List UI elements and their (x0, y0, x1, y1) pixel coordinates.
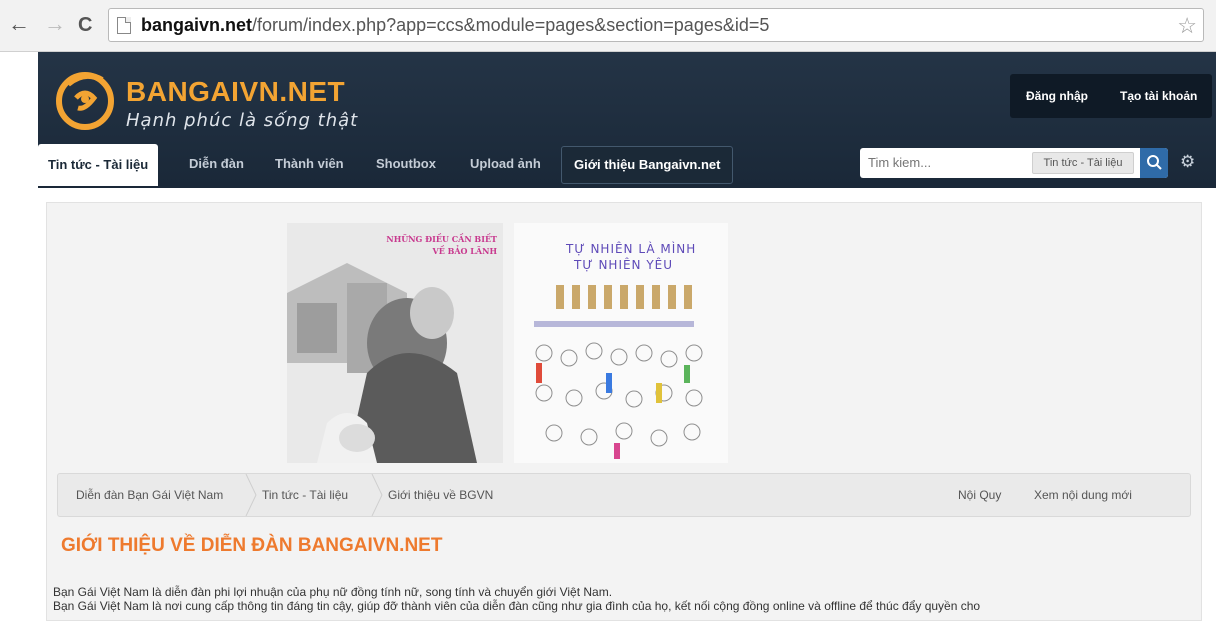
crumb-forum-home[interactable]: Diễn đàn Bạn Gái Việt Nam (76, 488, 223, 502)
search-box: Tin tức - Tài liệu (860, 148, 1168, 178)
crumb-about: Giới thiệu về BGVN (388, 488, 494, 502)
article-line-1: Bạn Gái Việt Nam là diễn đàn phi lợi nhu… (53, 585, 613, 599)
search-scope[interactable]: Tin tức - Tài liệu (1032, 152, 1134, 174)
gear-icon[interactable]: ⚙ (1180, 152, 1195, 172)
content-panel: NHỮNG ĐIỀU CẦN BIẾT VỀ BẢO LÃNH TỰ NHIÊN… (46, 202, 1202, 621)
page-title: GIỚI THIỆU VỀ DIỄN ĐÀN BANGAIVN.NET (61, 535, 443, 556)
primary-nav: Tin tức - Tài liệu Diễn đàn Thành viên S… (38, 144, 1216, 186)
tab-upload[interactable]: Upload ảnh (470, 146, 541, 186)
caption-line-2: VỀ BẢO LÃNH (432, 246, 497, 256)
banner-image-be-yourself[interactable]: TỰ NHIÊN LÀ MÌNH TỰ NHIÊN YÊU (514, 223, 728, 463)
star-icon[interactable]: ☆ (1177, 13, 1197, 39)
search-button[interactable] (1140, 148, 1168, 178)
banner-title-line-2: TỰ NHIÊN YÊU (574, 258, 674, 272)
search-icon (1147, 155, 1162, 170)
tagline: Hạnh phúc là sống thật (126, 110, 359, 131)
register-link[interactable]: Tạo tài khoản (1120, 89, 1197, 103)
browser-toolbar: ← → C bangaivn.net/forum/index.php?app=c… (0, 0, 1216, 52)
url-text[interactable]: bangaivn.net/forum/index.php?app=ccs&mod… (141, 15, 769, 36)
tab-about[interactable]: Giới thiệu Bangaivn.net (561, 146, 734, 184)
url-path: /forum/index.php?app=ccs&module=pages&se… (252, 15, 770, 35)
caption-line-1: NHỮNG ĐIỀU CẦN BIẾT (386, 234, 497, 244)
logo-text[interactable]: BANGAIVN.NET (126, 76, 345, 108)
hug-photo (287, 223, 503, 463)
url-host: bangaivn.net (141, 15, 253, 35)
search-input[interactable] (868, 155, 1028, 170)
banner-caption: NHỮNG ĐIỀU CẦN BIẾT VỀ BẢO LÃNH (386, 233, 497, 257)
tab-forum[interactable]: Diễn đàn (189, 146, 244, 186)
login-link[interactable]: Đăng nhập (1026, 89, 1088, 103)
back-icon[interactable]: ← (8, 13, 30, 35)
banner-image-guarantee[interactable]: NHỮNG ĐIỀU CẦN BIẾT VỀ BẢO LÃNH (287, 223, 503, 463)
new-content-link[interactable]: Xem nội dung mới (1034, 488, 1132, 502)
banner-title: TỰ NHIÊN LÀ MÌNH TỰ NHIÊN YÊU (566, 241, 696, 273)
reload-icon[interactable]: C (78, 14, 92, 36)
article-body: Bạn Gái Việt Nam là diễn đàn phi lợi nhu… (53, 585, 980, 613)
tab-shoutbox[interactable]: Shoutbox (376, 146, 436, 186)
crumb-news[interactable]: Tin tức - Tài liệu (262, 488, 348, 502)
rules-link[interactable]: Nội Quy (958, 488, 1001, 502)
forward-icon[interactable]: → (44, 13, 66, 35)
site-header: BANGAIVN.NET Hạnh phúc là sống thật Đăng… (38, 52, 1216, 188)
article-line-2: Bạn Gái Việt Nam là nơi cung cấp thông t… (53, 599, 981, 613)
page-icon (117, 17, 131, 34)
site: BANGAIVN.NET Hạnh phúc là sống thật Đăng… (0, 52, 1216, 621)
crumb-separator (371, 474, 383, 516)
logo-icon[interactable] (54, 68, 116, 130)
main-content: NHỮNG ĐIỀU CẦN BIẾT VỀ BẢO LÃNH TỰ NHIÊN… (38, 188, 1216, 621)
address-bar[interactable]: bangaivn.net/forum/index.php?app=ccs&mod… (108, 8, 1204, 42)
tab-members[interactable]: Thành viên (275, 146, 344, 186)
banner-title-line-1: TỰ NHIÊN LÀ MÌNH (566, 242, 697, 256)
breadcrumb: Diễn đàn Bạn Gái Việt Nam Tin tức - Tài … (57, 473, 1191, 517)
tab-news[interactable]: Tin tức - Tài liệu (38, 144, 159, 186)
crumb-separator (245, 474, 257, 516)
user-nav: Đăng nhập Tạo tài khoản (1010, 74, 1212, 118)
